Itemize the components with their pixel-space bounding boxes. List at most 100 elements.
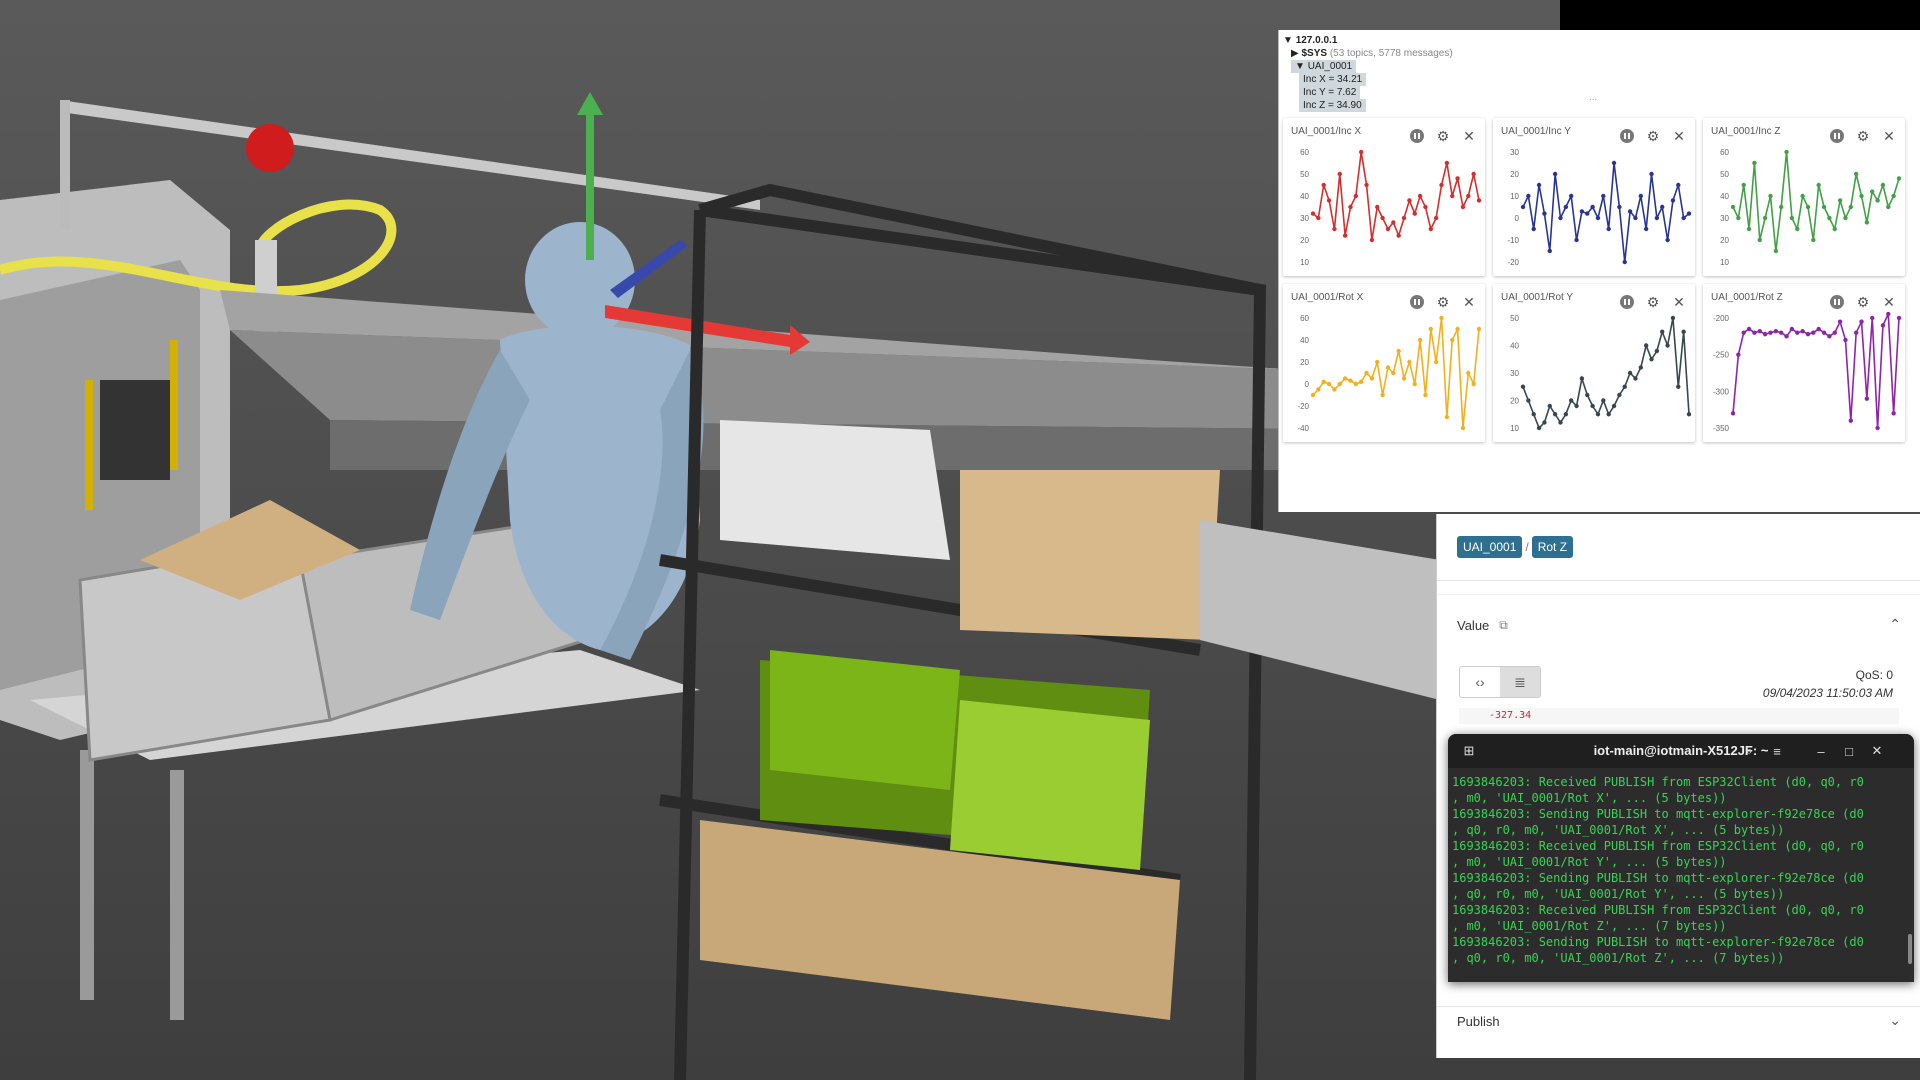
chart-plot[interactable]: 60 50 40 30 20 10: [1703, 146, 1905, 272]
y-tick-label: 0: [1305, 380, 1310, 389]
data-point: [1660, 329, 1665, 334]
close-icon[interactable]: ✕: [1671, 294, 1687, 310]
gear-icon[interactable]: ⚙: [1645, 128, 1661, 144]
data-point: [1848, 204, 1854, 210]
breadcrumb-device[interactable]: UAI_0001: [1457, 536, 1523, 558]
copy-icon[interactable]: ⧉: [1499, 618, 1508, 633]
close-icon[interactable]: ✕: [1866, 740, 1888, 762]
data-point: [1369, 376, 1375, 381]
list-view-icon[interactable]: ≣: [1500, 667, 1540, 697]
code-view-icon[interactable]: ‹›: [1460, 667, 1500, 697]
value-section-header[interactable]: Value ⧉: [1457, 618, 1508, 633]
pause-icon[interactable]: [1619, 128, 1635, 144]
data-point: [1606, 226, 1611, 232]
y-tick-label: 0: [1515, 214, 1520, 223]
y-tick-label: -250: [1713, 351, 1730, 360]
data-point: [1789, 326, 1795, 332]
chart-plot[interactable]: 30 20 10 0 -10 -20: [1493, 146, 1695, 272]
tree-node-sys[interactable]: ▶ $SYS (53 topics, 5778 messages): [1283, 47, 1453, 60]
tree-value-inc-x[interactable]: Inc X = 34.21: [1283, 73, 1453, 86]
chart-plot[interactable]: 60 40 20 0 -20 -40: [1283, 312, 1485, 438]
pause-icon[interactable]: [1619, 294, 1635, 310]
data-point: [1520, 204, 1526, 210]
terminal-scrollbar[interactable]: [1908, 774, 1912, 974]
chevron-down-icon[interactable]: ⌄: [1889, 1012, 1901, 1029]
chart-title: UAI_0001/Rot Y: [1501, 292, 1574, 303]
tree-node-device[interactable]: ▼ UAI_0001: [1283, 60, 1453, 73]
y-tick-label: 60: [1300, 314, 1309, 323]
breadcrumb-topic[interactable]: Rot Z: [1531, 536, 1574, 558]
gear-icon[interactable]: ⚙: [1855, 128, 1871, 144]
data-point: [1896, 315, 1902, 321]
data-point: [1643, 226, 1649, 232]
y-tick-label: 30: [1300, 214, 1309, 223]
gear-icon[interactable]: ⚙: [1435, 294, 1451, 310]
chart-plot[interactable]: 50 40 30 20 10: [1493, 312, 1695, 438]
terminal-line: , m0, 'UAI_0001/Rot Z', ... (7 bytes)): [1452, 919, 1727, 933]
data-point: [1417, 337, 1423, 343]
terminal-line: , q0, r0, m0, 'UAI_0001/Rot Y', ... (5 b…: [1452, 887, 1785, 901]
data-point: [1633, 215, 1638, 221]
close-icon[interactable]: ✕: [1461, 128, 1477, 144]
data-point: [1364, 370, 1369, 376]
tree-root[interactable]: ▼ 127.0.0.1: [1283, 34, 1453, 47]
data-point: [1638, 365, 1644, 370]
data-point: [1681, 215, 1686, 221]
menu-icon[interactable]: ≡: [1766, 740, 1788, 762]
series-line: [1522, 162, 1690, 263]
data-point: [1638, 193, 1644, 199]
data-point: [1526, 193, 1531, 199]
gear-icon[interactable]: ⚙: [1435, 128, 1451, 144]
data-point: [1681, 329, 1686, 334]
pause-icon[interactable]: [1829, 294, 1845, 310]
data-point: [1542, 420, 1547, 425]
data-point: [1450, 337, 1455, 343]
data-point: [1552, 412, 1558, 417]
data-point: [1337, 171, 1342, 177]
qos-label: QoS: 0: [1855, 668, 1893, 682]
close-icon[interactable]: ✕: [1671, 128, 1687, 144]
gear-icon[interactable]: ⚙: [1855, 294, 1871, 310]
maximize-icon[interactable]: □: [1838, 740, 1860, 762]
search-icon[interactable]: ⌕: [1738, 740, 1760, 762]
data-point: [1843, 215, 1848, 221]
data-point: [1686, 412, 1692, 417]
pause-icon[interactable]: [1409, 294, 1425, 310]
close-icon[interactable]: ✕: [1881, 128, 1897, 144]
pause-icon[interactable]: [1409, 128, 1425, 144]
data-point: [1471, 171, 1476, 177]
data-point: [1433, 359, 1439, 365]
y-tick-label: 40: [1720, 192, 1729, 201]
data-point: [1816, 182, 1821, 188]
data-point: [1316, 215, 1321, 221]
chart-plot[interactable]: 60 50 40 30 20 10: [1283, 146, 1485, 272]
data-point: [1552, 171, 1558, 177]
terminal-titlebar[interactable]: ⊞ iot-main@iotmain-X512JF: ~ ⌕ ≡ – □ ✕: [1448, 734, 1914, 768]
minimize-icon[interactable]: –: [1810, 740, 1832, 762]
data-point: [1316, 387, 1321, 392]
terminal-output[interactable]: 1693846203: Received PUBLISH from ESP32C…: [1452, 774, 1904, 966]
chart-card-rot-x: UAI_0001/Rot X ⚙ ✕ 60 40 20 0 -20 -40: [1283, 284, 1485, 442]
data-point: [1891, 411, 1896, 416]
terminal-line: 1693846203: Received PUBLISH from ESP32C…: [1452, 839, 1864, 853]
close-icon[interactable]: ✕: [1461, 294, 1477, 310]
data-point: [1741, 330, 1746, 335]
chevron-up-icon[interactable]: ⌃: [1889, 616, 1901, 633]
publish-section-label[interactable]: Publish: [1457, 1014, 1500, 1029]
tree-value-inc-y[interactable]: Inc Y = 7.62: [1283, 86, 1453, 99]
data-point: [1848, 418, 1854, 423]
y-tick-label: -40: [1297, 424, 1309, 433]
chart-plot[interactable]: -200 -250 -300 -350: [1703, 312, 1905, 438]
gear-icon[interactable]: ⚙: [1645, 294, 1661, 310]
data-point: [1380, 215, 1385, 221]
data-point: [1460, 425, 1466, 431]
close-icon[interactable]: ✕: [1881, 294, 1897, 310]
data-point: [1864, 396, 1870, 401]
chart-title: UAI_0001/Inc Y: [1501, 126, 1571, 137]
data-point: [1568, 193, 1574, 199]
pause-icon[interactable]: [1829, 128, 1845, 144]
tree-resize-handle[interactable]: ...: [1589, 92, 1597, 103]
data-point: [1444, 160, 1450, 166]
data-point: [1886, 312, 1891, 317]
tree-value-inc-z[interactable]: Inc Z = 34.90: [1283, 99, 1453, 112]
